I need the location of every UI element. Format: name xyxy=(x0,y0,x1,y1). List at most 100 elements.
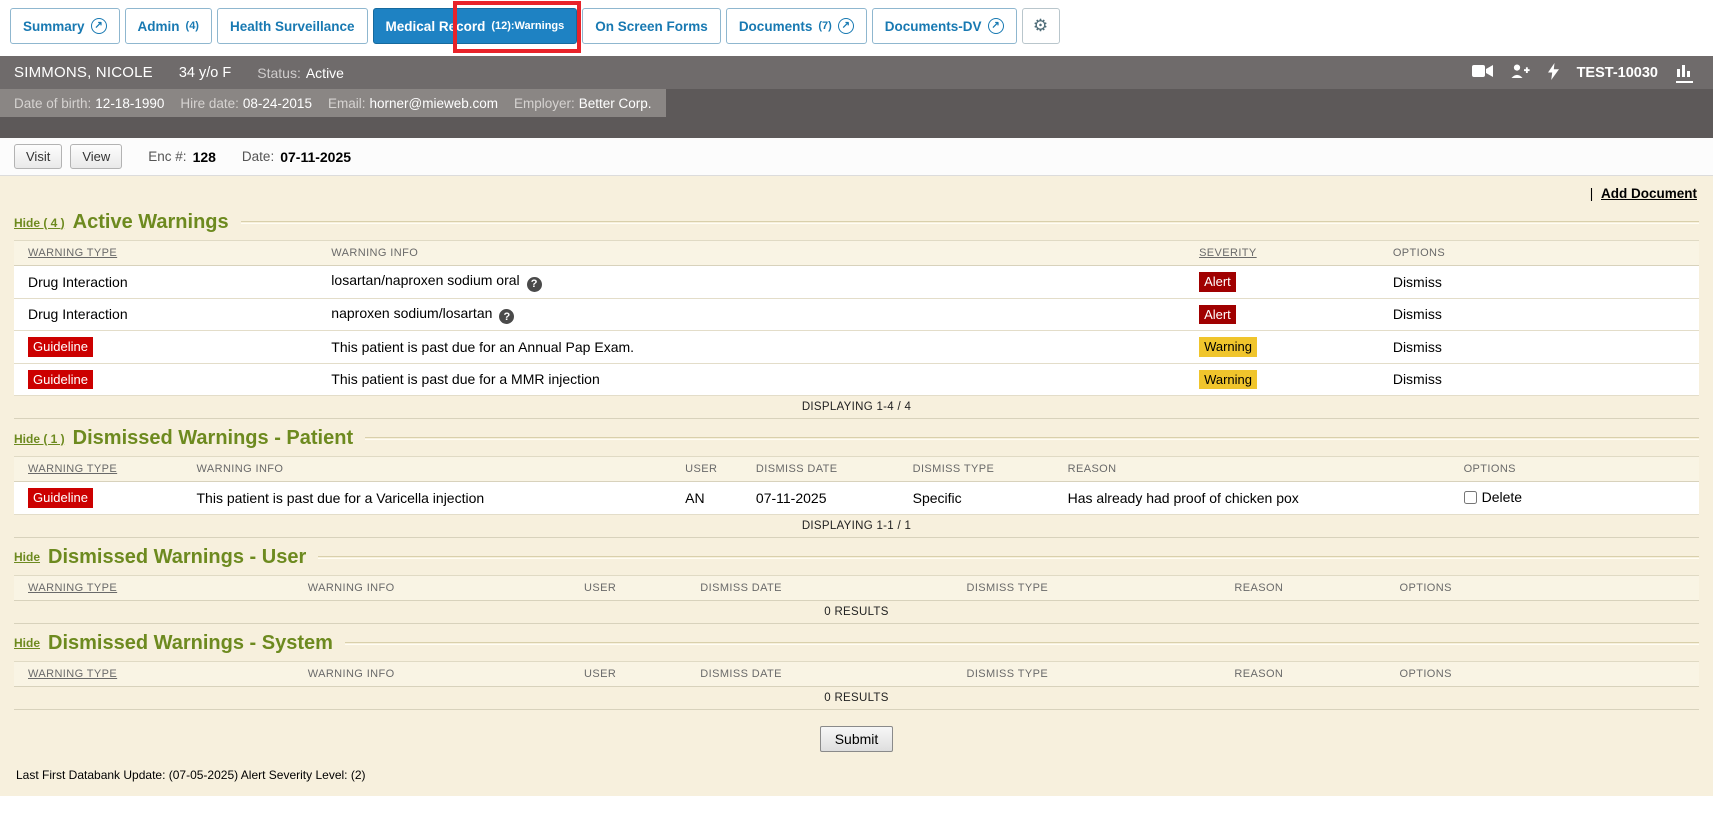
section-rule xyxy=(241,221,1699,224)
tab-label: Documents xyxy=(739,19,813,34)
tab-health-surveillance[interactable]: Health Surveillance xyxy=(217,8,368,44)
dismiss-link[interactable]: Dismiss xyxy=(1393,339,1442,355)
section-title: Active Warnings xyxy=(73,211,229,234)
column-user: USER xyxy=(671,457,742,482)
dismiss-link[interactable]: Dismiss xyxy=(1393,306,1442,322)
external-link-icon[interactable]: ↗ xyxy=(91,18,107,34)
tab-on-screen-forms[interactable]: On Screen Forms xyxy=(582,8,721,44)
tab-documents[interactable]: Documents (7) ↗ xyxy=(726,8,867,44)
help-icon[interactable]: ? xyxy=(499,309,514,324)
warning-type-badge: Guideline xyxy=(28,488,93,508)
section-rule xyxy=(365,437,1699,440)
enc-label: Enc #: xyxy=(148,149,186,164)
column-warning-type[interactable]: WARNING TYPE xyxy=(28,582,117,594)
tab-admin[interactable]: Admin (4) xyxy=(125,8,212,44)
dismissed-patient-table: WARNING TYPE WARNING INFO USER DISMISS D… xyxy=(14,456,1699,538)
column-dismiss-type: DISMISS TYPE xyxy=(953,661,1221,686)
patient-header: SIMMONS, NICOLE 34 y/o F Status:Active T… xyxy=(0,56,1713,138)
tab-documents-dv[interactable]: Documents-DV ↗ xyxy=(872,8,1017,44)
hide-dismissed-user-link[interactable]: Hide xyxy=(14,550,40,564)
warning-info-text: This patient is past due for a MMR injec… xyxy=(331,371,599,387)
submit-button[interactable]: Submit xyxy=(820,726,894,752)
visit-button[interactable]: Visit xyxy=(14,144,62,169)
delete-checkbox[interactable] xyxy=(1464,491,1477,504)
dob-value: 12-18-1990 xyxy=(95,96,164,111)
table-row: Guideline This patient is past due for a… xyxy=(14,331,1699,364)
severity-badge: Warning xyxy=(1199,370,1257,390)
tab-label: On Screen Forms xyxy=(595,19,708,34)
section-title: Dismissed Warnings - User xyxy=(48,546,306,569)
patient-status: Status:Active xyxy=(257,65,344,81)
add-user-icon[interactable] xyxy=(1511,64,1530,82)
patient-name: SIMMONS, NICOLE xyxy=(14,64,153,81)
tab-label: Summary xyxy=(23,19,85,34)
severity-badge: Alert xyxy=(1199,272,1236,292)
view-button[interactable]: View xyxy=(70,144,122,169)
tab-bar: Summary ↗ Admin (4) Health Surveillance … xyxy=(0,0,1713,44)
help-icon[interactable]: ? xyxy=(527,277,542,292)
table-header-row: WARNING TYPE WARNING INFO USER DISMISS D… xyxy=(14,457,1699,482)
delete-option: Delete xyxy=(1464,489,1522,505)
visit-toolbar: Visit View Enc #: 128 Date: 07-11-2025 xyxy=(0,138,1713,176)
dismiss-date-cell: 07-11-2025 xyxy=(742,482,899,515)
external-link-icon[interactable]: ↗ xyxy=(838,18,854,34)
tab-count: (7) xyxy=(818,20,831,32)
dismiss-type-cell: Specific xyxy=(899,482,1054,515)
table-header-row: WARNING TYPE WARNING INFO USER DISMISS D… xyxy=(14,575,1699,600)
tab-label: Medical Record xyxy=(386,19,486,34)
warning-info-text: losartan/naproxen sodium oral xyxy=(331,272,519,288)
severity-badge: Warning xyxy=(1199,337,1257,357)
status-label: Status: xyxy=(257,65,301,81)
column-warning-info: WARNING INFO xyxy=(183,457,672,482)
settings-gear-button[interactable]: ⚙ xyxy=(1022,8,1060,44)
tab-medical-record-warnings[interactable]: Medical Record (12):Warnings xyxy=(373,8,578,44)
column-warning-type[interactable]: WARNING TYPE xyxy=(28,247,117,259)
employer-label: Employer: xyxy=(514,96,575,111)
hide-dismissed-system-link[interactable]: Hide xyxy=(14,636,40,650)
hide-active-warnings-link[interactable]: Hide ( 4 ) xyxy=(14,216,65,230)
table-header-row: WARNING TYPE WARNING INFO SEVERITY OPTIO… xyxy=(14,241,1699,266)
tab-label: Documents-DV xyxy=(885,19,982,34)
patient-age-sex: 34 y/o F xyxy=(179,65,231,81)
chart-icon[interactable] xyxy=(1676,63,1693,83)
column-severity[interactable]: SEVERITY xyxy=(1199,247,1257,259)
column-dismiss-date: DISMISS DATE xyxy=(686,575,952,600)
warning-info-text: naproxen sodium/losartan xyxy=(331,305,492,321)
patient-header-actions: TEST-10030 xyxy=(1472,63,1699,83)
databank-update-note: Last First Databank Update: (07-05-2025)… xyxy=(14,762,1699,782)
patient-demographics: Date of birth:12-18-1990 Hire date:08-24… xyxy=(0,89,666,117)
dismissed-system-header: Hide Dismissed Warnings - System xyxy=(14,632,1699,655)
add-document-row: | Add Document xyxy=(14,182,1699,203)
tab-summary[interactable]: Summary ↗ xyxy=(10,8,120,44)
column-warning-type[interactable]: WARNING TYPE xyxy=(28,463,117,475)
table-row: Guideline This patient is past due for a… xyxy=(14,482,1699,515)
video-camera-icon[interactable] xyxy=(1472,64,1493,81)
main-content: | Add Document Hide ( 4 ) Active Warning… xyxy=(0,176,1713,796)
external-link-icon[interactable]: ↗ xyxy=(988,18,1004,34)
patient-header-row1: SIMMONS, NICOLE 34 y/o F Status:Active T… xyxy=(0,56,1713,89)
dismiss-link[interactable]: Dismiss xyxy=(1393,371,1442,387)
column-reason: REASON xyxy=(1054,457,1450,482)
column-warning-type[interactable]: WARNING TYPE xyxy=(28,668,117,680)
column-reason: REASON xyxy=(1220,661,1385,686)
hire-date-label: Hire date: xyxy=(180,96,239,111)
user-cell: AN xyxy=(671,482,742,515)
flash-icon[interactable] xyxy=(1548,63,1559,83)
paging-status: DISPLAYING 1-4 / 4 xyxy=(14,396,1699,419)
hide-dismissed-patient-link[interactable]: Hide ( 1 ) xyxy=(14,432,65,446)
employer-value: Better Corp. xyxy=(579,96,652,111)
table-row: Drug Interaction losartan/naproxen sodiu… xyxy=(14,266,1699,299)
tab-count: (12):Warnings xyxy=(491,20,564,32)
dismiss-link[interactable]: Dismiss xyxy=(1393,274,1442,290)
gear-icon: ⚙ xyxy=(1033,16,1048,36)
column-dismiss-date: DISMISS DATE xyxy=(742,457,899,482)
column-user: USER xyxy=(570,661,686,686)
column-warning-info: WARNING INFO xyxy=(317,241,1185,266)
dismissed-system-table: WARNING TYPE WARNING INFO USER DISMISS D… xyxy=(14,661,1699,710)
column-options: OPTIONS xyxy=(1386,661,1699,686)
hire-date-value: 08-24-2015 xyxy=(243,96,312,111)
encounter-info: Enc #: 128 xyxy=(148,149,216,165)
dismissed-user-table: WARNING TYPE WARNING INFO USER DISMISS D… xyxy=(14,575,1699,624)
add-document-link[interactable]: Add Document xyxy=(1601,186,1697,201)
severity-badge: Alert xyxy=(1199,305,1236,325)
